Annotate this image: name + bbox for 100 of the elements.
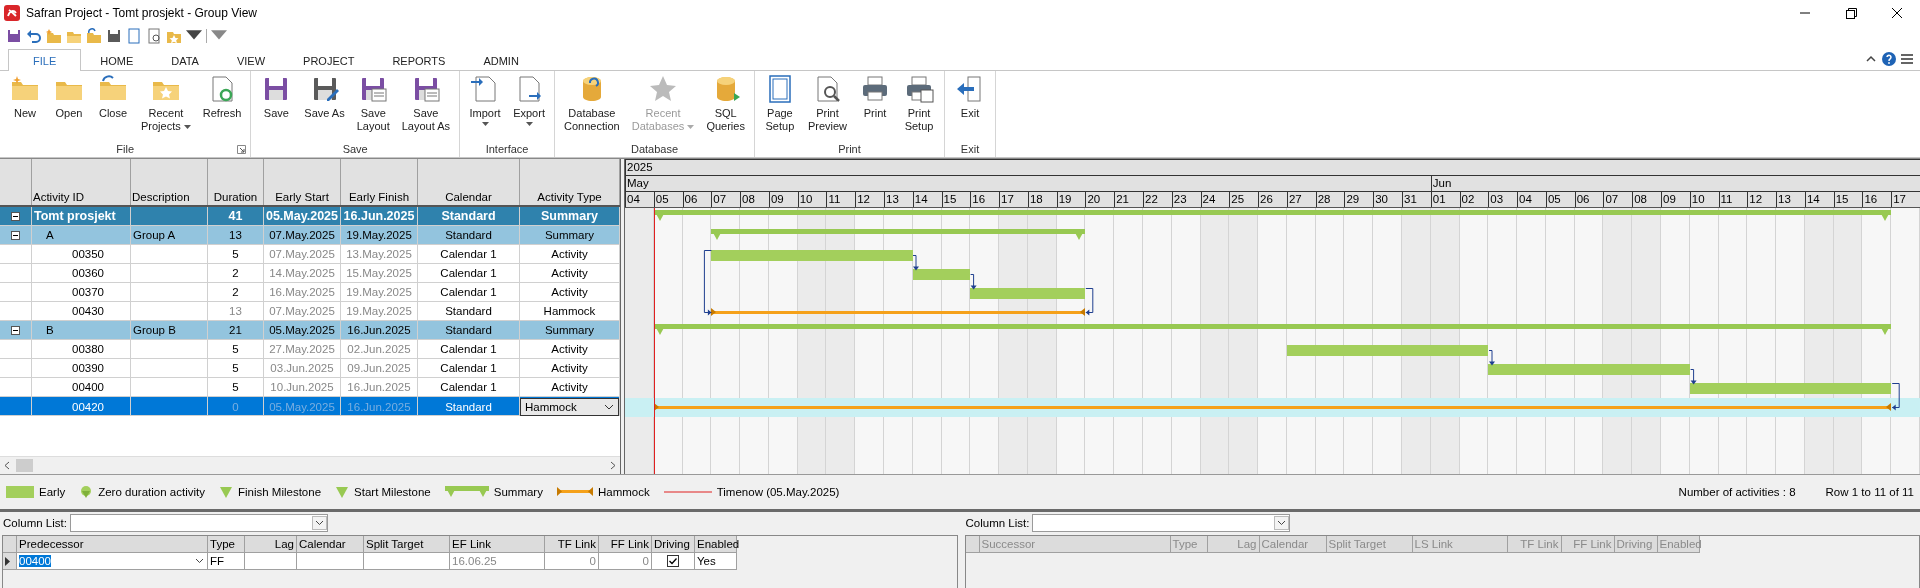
table-cell: Group A	[133, 229, 176, 241]
table-cell: 16.06.25	[450, 553, 545, 570]
folder-icon[interactable]	[86, 28, 102, 44]
ribbon-button[interactable]: Print Preview	[802, 71, 853, 141]
column-header[interactable]: Description	[132, 191, 190, 203]
column-header[interactable]: Early Finish	[348, 191, 410, 203]
ribbon-button[interactable]: Exit	[949, 71, 992, 141]
activity-bar[interactable]	[970, 288, 1086, 299]
activity-type-dropdown[interactable]: Hammock	[520, 398, 619, 416]
table-cell: Group B	[133, 324, 176, 336]
gantt-row[interactable]	[625, 398, 1920, 417]
column-list-dropdown[interactable]	[1032, 514, 1291, 532]
column-header[interactable]: Early Start	[275, 191, 329, 203]
column-list-dropdown[interactable]	[69, 514, 328, 532]
scroll-left-icon[interactable]	[4, 461, 10, 470]
activity-bar[interactable]	[711, 250, 913, 261]
column-header[interactable]: Type	[208, 536, 245, 553]
column-header[interactable]: TF Link	[545, 536, 599, 553]
ribbon-button[interactable]: Print	[854, 71, 897, 141]
activity-bar[interactable]	[1689, 383, 1892, 394]
ribbon-button[interactable]: Refresh	[197, 71, 247, 141]
column-header[interactable]: FF Link	[599, 536, 652, 553]
table-row[interactable]: 00380 5 27.May.2025 02.Jun.2025 Calendar 1 Activity	[0, 340, 620, 359]
horizontal-scrollbar[interactable]	[0, 456, 620, 474]
ribbon-button[interactable]: New	[4, 71, 46, 141]
column-header[interactable]: Predecessor	[17, 536, 208, 553]
ribbon-button[interactable]: Database Connection	[559, 71, 625, 141]
hammock-bar[interactable]	[653, 405, 1892, 410]
page-magnifier-icon[interactable]	[146, 28, 162, 44]
day-label: 25	[1231, 193, 1245, 205]
collapse-icon[interactable]	[11, 230, 20, 240]
column-header[interactable]: EF Link	[450, 536, 545, 553]
day-label: 23	[1173, 193, 1187, 205]
column-header[interactable]: Duration	[213, 191, 258, 203]
ribbon-tab[interactable]: PROJECT	[284, 50, 374, 71]
link-field[interactable]: 00400	[17, 553, 208, 570]
month-label: Jun	[1432, 177, 1452, 189]
hammock-bar[interactable]	[711, 310, 1086, 315]
day-label: 15	[943, 193, 957, 205]
ribbon-button[interactable]: Save Layout As	[396, 71, 456, 141]
ribbon-button[interactable]: Print Setup	[898, 71, 941, 141]
column-header[interactable]: Calendar	[445, 191, 492, 203]
undo-icon[interactable]	[26, 28, 42, 44]
ribbon-button[interactable]: Page Setup	[758, 71, 801, 141]
activity-bar[interactable]	[1488, 364, 1690, 375]
ribbon-button[interactable]: Export	[508, 71, 551, 141]
table-row[interactable]: B Group B 21 05.May.2025 16.Jun.2025 Standard Summary	[0, 321, 620, 340]
activity-bar[interactable]	[912, 269, 971, 280]
collapse-icon[interactable]	[11, 325, 20, 335]
ribbon-tab[interactable]: HOME	[81, 50, 153, 71]
ribbon-button[interactable]: Save Layout	[351, 71, 395, 141]
table-row[interactable]: 00350 5 07.May.2025 13.May.2025 Calendar 1 Activity	[0, 245, 620, 264]
activity-bar[interactable]	[1286, 345, 1489, 356]
table-row[interactable]: 00360 2 14.May.2025 15.May.2025 Calendar 1 Activity	[0, 264, 620, 283]
ribbon-button[interactable]: Save As	[299, 71, 350, 141]
day-label: 06	[684, 193, 698, 205]
table-row[interactable]: 00370 2 16.May.2025 19.May.2025 Calendar 1 Activity	[0, 283, 620, 302]
ribbon-tab[interactable]: FILE	[8, 49, 82, 71]
ribbon-button[interactable]: Close	[92, 71, 134, 141]
ribbon-tab[interactable]: DATA	[152, 50, 218, 71]
column-header[interactable]: Enabled	[695, 536, 737, 553]
day-label: 03	[1490, 193, 1504, 205]
table-cell: 00370	[72, 286, 104, 298]
column-header[interactable]: Activity Type	[537, 191, 602, 203]
ribbon-button[interactable]: Recent Projects	[136, 71, 196, 141]
table-cell: 00380	[72, 343, 104, 355]
ribbon-tab[interactable]: VIEW	[217, 50, 285, 71]
scrollbar-thumb[interactable]	[16, 459, 33, 472]
ribbon-tab[interactable]: ADMIN	[464, 50, 538, 71]
summary-bar[interactable]	[653, 324, 1892, 336]
table-cell: Standard	[445, 400, 492, 413]
scroll-right-icon[interactable]	[610, 461, 616, 470]
table-cell[interactable]: 00400	[19, 555, 51, 567]
menu-icon[interactable]	[1900, 52, 1914, 66]
summary-bar[interactable]	[711, 229, 1086, 241]
table-row[interactable]: 00420 0 05.May.2025 16.Jun.2025 Standard Hammock	[0, 397, 620, 416]
ribbon-button[interactable]: Save	[255, 71, 298, 141]
ribbon-tab[interactable]: REPORTS	[373, 50, 465, 71]
table-row[interactable]: 00390 5 03.Jun.2025 09.Jun.2025 Calendar 1 Activity	[0, 359, 620, 378]
ribbon-button[interactable]: Import	[464, 71, 507, 141]
table-cell: Activity	[551, 248, 588, 260]
column-header[interactable]: Split Target	[364, 536, 450, 553]
checkbox[interactable]	[667, 555, 679, 567]
collapse-icon[interactable]	[11, 211, 20, 221]
day-label: 19	[1058, 193, 1072, 205]
column-header[interactable]: Driving	[652, 536, 695, 553]
dialog-launcher-icon[interactable]	[237, 145, 247, 154]
column-header[interactable]: Lag	[245, 536, 297, 553]
help-icon[interactable]	[1882, 52, 1896, 66]
ribbon-group-label: File	[116, 143, 135, 155]
column-header[interactable]: Activity ID	[33, 191, 85, 203]
table-cell: Activity	[551, 286, 588, 298]
table-cell: 09.Jun.2025	[347, 362, 411, 374]
ribbon-button[interactable]: SQL Queries	[701, 71, 750, 141]
table-row[interactable]: A Group A 13 07.May.2025 19.May.2025 Standard Summary	[0, 226, 620, 245]
table-cell: Activity	[551, 362, 588, 374]
column-header[interactable]: Calendar	[297, 536, 364, 553]
table-row[interactable]: Tomt prosjekt 41 05.May.2025 16.Jun.2025 Standard Summary	[0, 207, 620, 226]
day-label: 06	[1576, 193, 1590, 205]
ribbon-button[interactable]: Open	[48, 71, 90, 141]
